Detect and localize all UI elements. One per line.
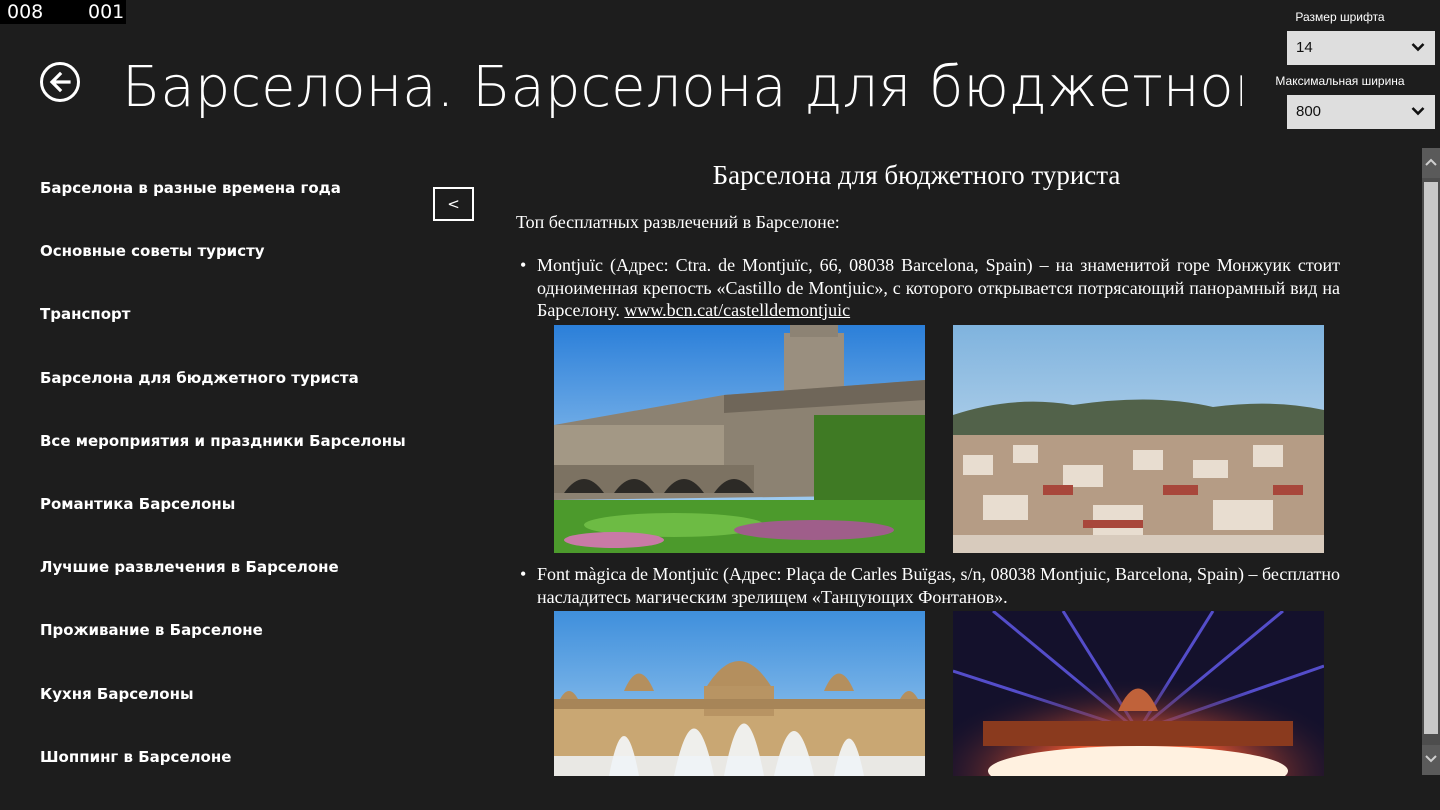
page-title: Барселона. Барселона для бюджетного т... [122,55,1242,120]
article-title: Барселона для бюджетного туриста [712,160,1121,190]
scroll-up-button[interactable] [1422,148,1440,178]
sidebar-item[interactable]: Барселона для бюджетного туриста [40,358,430,421]
castle-photo [554,325,925,553]
bullet-icon: • [520,564,527,584]
list-item-text: Font màgica de Montjuïc (Адрес: Plaça de… [537,564,1340,607]
sidebar-nav: Барселона в разные времена года Основные… [40,168,430,800]
fountain-night-photo [953,611,1324,776]
scroll-down-button[interactable] [1422,745,1440,775]
back-arrow-icon [49,71,71,93]
max-width-select[interactable]: 800 [1287,95,1435,129]
article-intro: Топ бесплатных развлечений в Барселоне: [516,212,840,232]
font-size-value: 14 [1296,39,1313,56]
list-item: • Montjuïc (Адрес: Ctra. de Montjuïc, 66… [520,254,1340,322]
chevron-down-icon [1411,107,1425,116]
scroll-up-icon [1425,158,1437,166]
sidebar-item[interactable]: Основные советы туристу [40,231,430,294]
sidebar-item[interactable]: Шоппинг в Барселоне [40,737,430,800]
sidebar-item[interactable]: Транспорт [40,294,430,357]
counter-total: 001 [88,1,125,23]
list-item: • Font màgica de Montjuïc (Адрес: Plaça … [520,563,1340,608]
scroll-down-icon [1425,755,1437,763]
max-width-label: Максимальная ширина [1275,74,1405,88]
chevron-down-icon [1411,43,1425,52]
page-counter: 008 001 [0,0,126,24]
back-button[interactable] [40,62,80,102]
font-size-select[interactable]: 14 [1287,31,1435,65]
panorama-photo [953,325,1324,553]
sidebar-item[interactable]: Все мероприятия и праздники Барселоны [40,421,430,484]
sidebar-item[interactable]: Романтика Барселоны [40,484,430,547]
sidebar-item[interactable]: Барселона в разные времена года [40,168,430,231]
max-width-value: 800 [1296,103,1322,120]
counter-current: 008 [7,1,44,23]
sidebar-item[interactable]: Проживание в Барселоне [40,610,430,673]
scrollbar-thumb[interactable] [1424,182,1438,734]
font-size-label: Размер шрифта [1295,10,1385,24]
sidebar-item[interactable]: Лучшие развлечения в Барселоне [40,547,430,610]
sidebar-item[interactable]: Кухня Барселоны [40,674,430,737]
bullet-icon: • [520,255,527,275]
external-link[interactable]: www.bcn.cat/castelldemontjuic [624,300,850,320]
collapse-sidebar-button[interactable]: < [433,187,474,221]
vertical-scrollbar[interactable] [1422,148,1440,775]
fountain-day-photo [554,611,925,776]
article-view[interactable]: Барселона для бюджетного туриста Топ бес… [514,150,1340,776]
